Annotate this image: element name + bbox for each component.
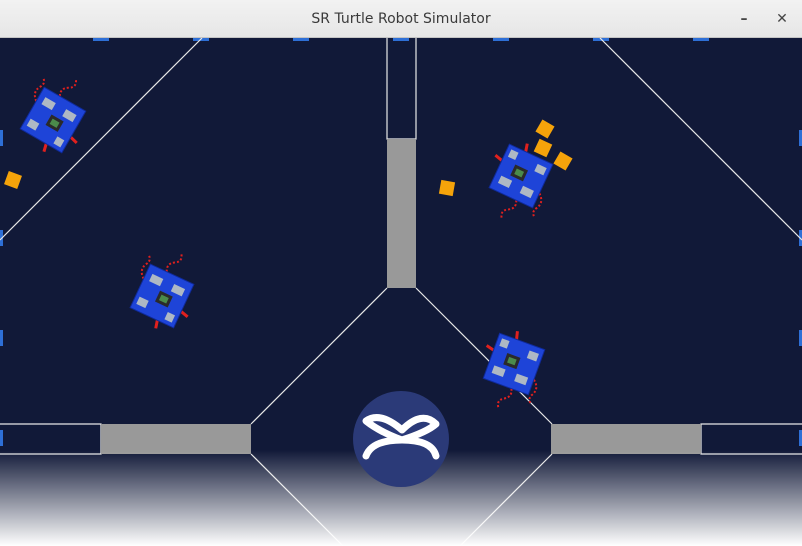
minimize-icon: – (740, 11, 748, 27)
close-icon: ✕ (776, 11, 788, 27)
wall-north (387, 139, 416, 288)
sr-logo-icon (353, 391, 449, 487)
wall-west (101, 424, 251, 454)
simulator-window: SR Turtle Robot Simulator – ✕ (0, 0, 802, 546)
minimize-button[interactable]: – (732, 7, 756, 31)
arena-canvas (0, 38, 802, 546)
arena-svg (0, 38, 802, 546)
wall-east (551, 424, 701, 454)
window-title: SR Turtle Robot Simulator (311, 11, 491, 27)
token-icon[interactable] (438, 179, 456, 197)
title-bar[interactable]: SR Turtle Robot Simulator – ✕ (0, 0, 802, 38)
close-button[interactable]: ✕ (770, 7, 794, 31)
